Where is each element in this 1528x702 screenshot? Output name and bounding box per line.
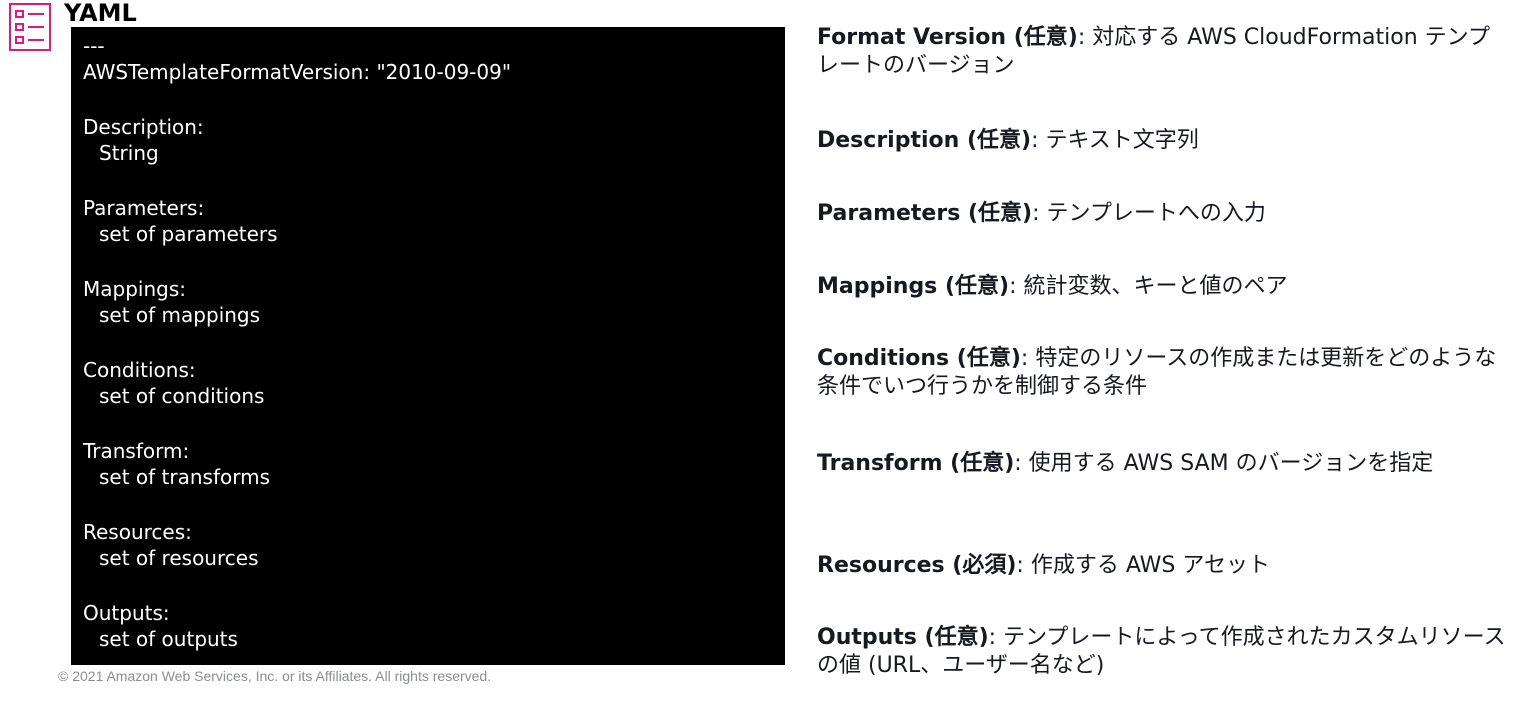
desc-term: Format Version (任意): [817, 25, 1078, 50]
desc-format-version: Format Version (任意): 対応する AWS CloudForma…: [817, 24, 1507, 80]
code-line: Parameters:: [83, 196, 205, 220]
code-line: ---: [83, 34, 105, 58]
code-line: AWSTemplateFormatVersion: "2010-09-09": [83, 60, 512, 84]
desc-term: Conditions (任意): [817, 346, 1021, 371]
code-line: set of conditions: [99, 384, 265, 408]
code-line: set of transforms: [99, 465, 271, 489]
code-line: set of parameters: [99, 222, 278, 246]
desc-term: Resources (必須): [817, 553, 1017, 578]
code-line: Transform:: [83, 439, 190, 463]
code-line: Mappings:: [83, 277, 186, 301]
desc-text: : テキスト文字列: [1031, 128, 1199, 153]
desc-description: Description (任意): テキスト文字列: [817, 127, 1507, 155]
desc-term: Transform (任意): [817, 451, 1015, 476]
code-line: set of mappings: [99, 303, 261, 327]
desc-resources: Resources (必須): 作成する AWS アセット: [817, 552, 1507, 580]
desc-text: : テンプレートへの入力: [1032, 201, 1266, 226]
code-line: set of outputs: [99, 627, 238, 651]
desc-parameters: Parameters (任意): テンプレートへの入力: [817, 200, 1507, 228]
code-line: String: [99, 141, 159, 165]
desc-text: : 使用する AWS SAM のバージョンを指定: [1014, 451, 1434, 476]
desc-conditions: Conditions (任意): 特定のリソースの作成または更新をどのような条件…: [817, 345, 1507, 401]
copyright-notice: © 2021 Amazon Web Services, Inc. or its …: [58, 668, 492, 684]
list-icon: [9, 3, 51, 51]
desc-term: Mappings (任意): [817, 274, 1010, 299]
desc-term: Description (任意): [817, 128, 1032, 153]
desc-outputs: Outputs (任意): テンプレートによって作成されたカスタムリソースの値 …: [817, 624, 1507, 680]
yaml-code-block: --- AWSTemplateFormatVersion: "2010-09-0…: [71, 27, 785, 665]
desc-mappings: Mappings (任意): 統計変数、キーと値のペア: [817, 273, 1507, 301]
code-line: Outputs:: [83, 601, 170, 625]
page-title: YAML: [64, 0, 137, 27]
desc-term: Parameters (任意): [817, 201, 1033, 226]
desc-text: : 作成する AWS アセット: [1016, 553, 1270, 578]
code-line: set of resources: [99, 546, 259, 570]
desc-term: Outputs (任意): [817, 625, 989, 650]
desc-transform: Transform (任意): 使用する AWS SAM のバージョンを指定: [817, 450, 1507, 478]
code-line: Conditions:: [83, 358, 196, 382]
code-line: Description:: [83, 115, 204, 139]
desc-text: : 統計変数、キーと値のペア: [1009, 274, 1288, 299]
code-line: Resources:: [83, 520, 192, 544]
